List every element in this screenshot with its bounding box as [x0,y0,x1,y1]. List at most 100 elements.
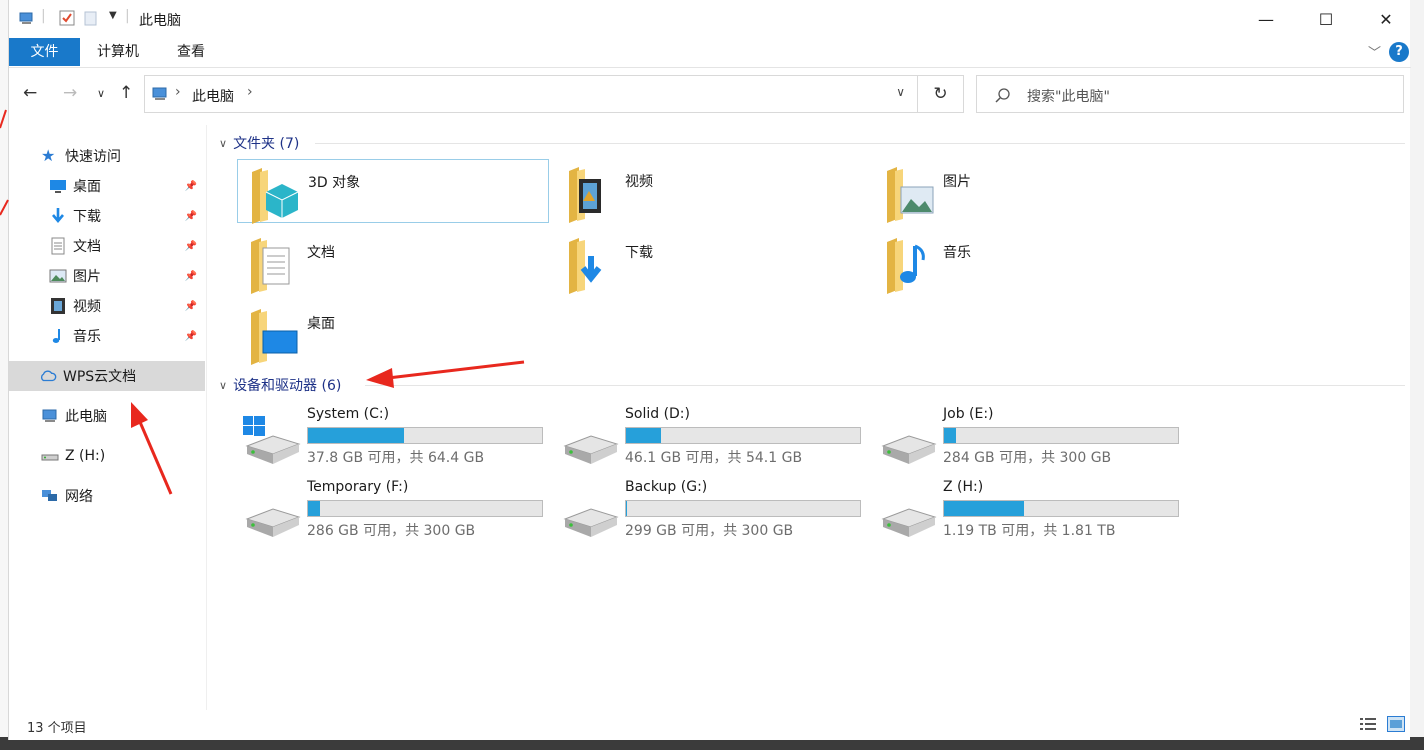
nav-label: 文档 [73,239,101,255]
nav-label: 视频 [73,299,101,315]
folder-tile[interactable]: 图片 [873,159,1185,223]
recent-locations-icon[interactable]: ∨ [97,87,105,100]
nav-this-pc[interactable]: 此电脑 [9,401,205,431]
drive-tile[interactable]: Solid (D:) 46.1 GB 可用，共 54.1 GB [555,406,867,468]
breadcrumb-chevron-icon[interactable]: › [175,84,181,100]
drives-group-header[interactable]: ∨ 设备和驱动器 (6) [219,375,341,395]
pin-icon[interactable]: 📌 [185,181,197,192]
new-folder-icon[interactable] [83,10,99,26]
qa-dropdown-icon[interactable]: ▼ [109,10,117,21]
nav-z-drive[interactable]: Z (H:) [9,441,205,471]
nav-label: 此电脑 [65,409,107,425]
search-input[interactable]: 搜索"此电脑" [976,75,1404,113]
picture-icon [49,269,67,283]
drive-tile[interactable]: Temporary (F:) 286 GB 可用，共 300 GB [237,479,549,541]
nav-item-video[interactable]: 视频 📌 [9,291,205,321]
hard-drive-icon [245,508,301,537]
pin-icon[interactable]: 📌 [185,241,197,252]
tab-view[interactable]: 查看 [163,38,219,66]
drive-usage-fill [626,428,662,443]
tab-file[interactable]: 文件 [9,38,80,66]
breadcrumb-chevron-icon[interactable]: › [247,84,253,100]
tab-computer[interactable]: 计算机 [83,38,153,66]
group-divider [315,143,1405,144]
address-dropdown-icon[interactable]: ∨ [896,85,905,99]
nav-wps-cloud[interactable]: WPS云文档 [9,361,205,391]
folders-group-header[interactable]: ∨ 文件夹 (7) [219,133,299,153]
folder-tile[interactable]: 音乐 [873,230,1185,294]
breadcrumb-this-pc[interactable]: 此电脑 [192,86,234,106]
drive-usage-bar [943,427,1179,444]
nav-label: Z (H:) [65,448,106,464]
drive-space-detail: 299 GB 可用，共 300 GB [625,523,794,539]
back-arrow-icon[interactable]: ← [23,83,37,103]
address-bar[interactable]: › 此电脑 › ∨ [144,75,918,113]
drive-name: System (C:) [307,406,390,422]
pin-icon[interactable]: 📌 [185,271,197,282]
folder-tile[interactable]: 文档 [237,230,549,294]
forward-arrow-icon[interactable]: → [63,83,77,103]
expand-ribbon-icon[interactable]: ﹀ [1368,42,1381,61]
nav-label: 网络 [65,489,93,505]
drive-usage-bar [307,500,543,517]
collapse-chevron-icon[interactable]: ∨ [219,379,227,392]
drive-name: Z (H:) [943,479,984,495]
minimize-button[interactable]: — [1237,0,1295,38]
pin-icon[interactable]: 📌 [185,301,197,312]
nav-quick-access[interactable]: ★ 快速访问 [9,141,205,171]
drive-usage-fill [308,501,320,516]
drive-name: Job (E:) [943,406,994,422]
drive-tile[interactable]: System (C:) 37.8 GB 可用，共 64.4 GB [237,406,549,468]
nav-item-document[interactable]: 文档 📌 [9,231,205,261]
up-arrow-icon[interactable]: ↑ [119,83,133,103]
network-drive-icon [41,454,59,461]
drive-usage-bar [625,427,861,444]
content-pane: ∨ 文件夹 (7) 3D 对象 视频 图片文档 下载 音乐桌面 ∨ 设备和驱动器 (6)… [215,125,1411,710]
properties-icon[interactable] [59,10,75,26]
close-button[interactable]: ✕ [1357,0,1415,38]
nav-item-picture[interactable]: 图片 📌 [9,261,205,291]
hard-drive-icon [881,435,937,464]
drive-name: Backup (G:) [625,479,708,495]
folder-icon [252,168,299,224]
help-button[interactable]: ? [1389,42,1409,62]
folder-tile[interactable]: 视频 [555,159,867,223]
download-icon [52,208,64,224]
item-count: 13 个项目 [27,721,87,736]
pin-icon[interactable]: 📌 [185,331,197,342]
large-icons-view-icon[interactable] [1387,716,1405,732]
maximize-button[interactable]: ☐ [1297,0,1355,38]
folder-icon [887,238,925,294]
folder-tile[interactable]: 3D 对象 [237,159,549,224]
document-icon [51,237,65,255]
drive-name: Temporary (F:) [307,479,409,495]
pin-icon[interactable]: 📌 [185,211,197,222]
folder-tile[interactable]: 下载 [555,230,867,294]
hard-drive-icon [563,508,619,537]
drive-tile[interactable]: Job (E:) 284 GB 可用，共 300 GB [873,406,1185,468]
drive-tile[interactable]: Backup (G:) 299 GB 可用，共 300 GB [555,479,867,541]
search-placeholder: 搜索"此电脑" [1027,89,1110,105]
star-icon: ★ [41,146,56,165]
network-icon [42,490,57,501]
nav-item-music[interactable]: 音乐 📌 [9,321,205,351]
explorer-window: | ▼ | 此电脑 — ☐ ✕ 文件 计算机 查看 ﹀ ? ← → ∨ ↑ › … [8,0,1411,740]
nav-item-download[interactable]: 下载 📌 [9,201,205,231]
status-bar: 13 个项目 [9,710,1411,737]
drive-tile[interactable]: Z (H:) 1.19 TB 可用，共 1.81 TB [873,479,1185,541]
drive-usage-bar [943,500,1179,517]
folder-icon [251,238,290,294]
title-bar: | ▼ | 此电脑 — ☐ ✕ [9,0,1411,38]
drive-usage-bar [625,500,861,517]
drive-usage-fill [308,428,404,443]
drive-name: Solid (D:) [625,406,690,422]
details-view-icon[interactable] [1359,717,1377,731]
nav-label: 图片 [73,269,101,285]
this-pc-icon [42,409,57,422]
folder-icon [569,167,601,223]
nav-item-desktop[interactable]: 桌面 📌 [9,171,205,201]
folder-tile[interactable]: 桌面 [237,301,549,365]
collapse-chevron-icon[interactable]: ∨ [219,137,227,150]
refresh-button[interactable]: ↻ [918,75,964,113]
nav-network[interactable]: 网络 [9,481,205,511]
